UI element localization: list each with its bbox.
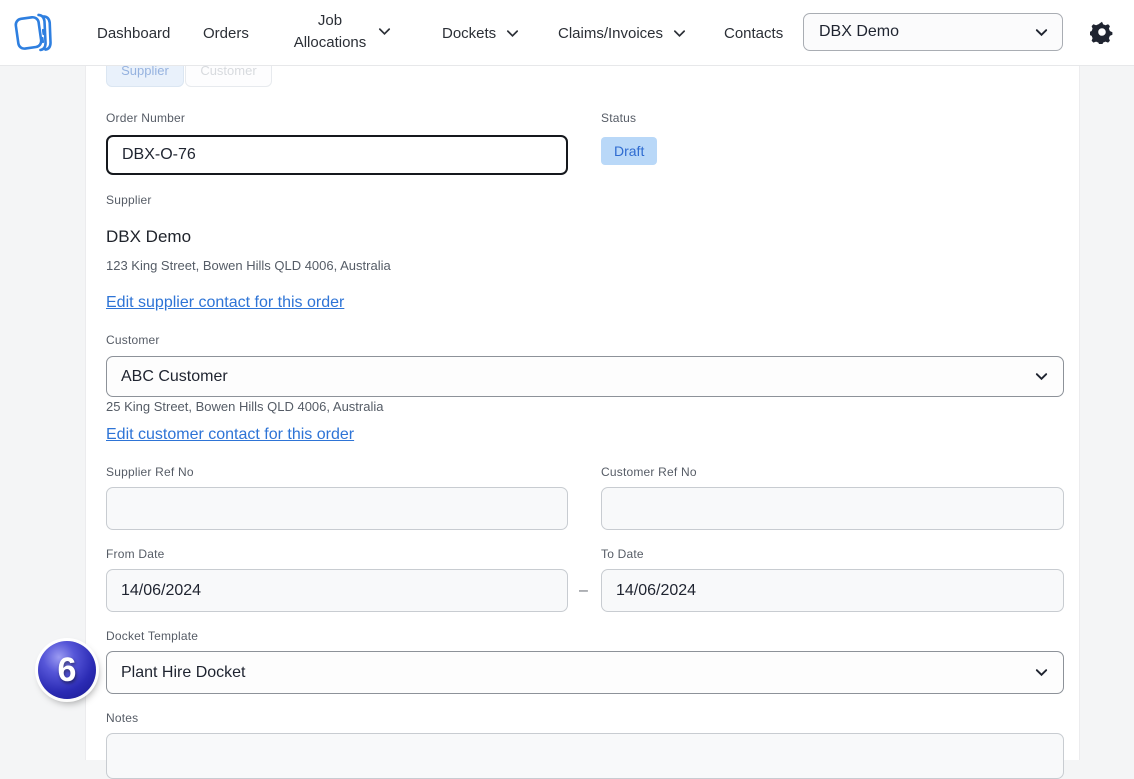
- docket-template-label: Docket Template: [106, 629, 198, 643]
- chevron-down-icon: [1034, 369, 1049, 384]
- nav-item-label: Claims/Invoices: [558, 23, 663, 45]
- customer-select[interactable]: ABC Customer: [106, 356, 1064, 397]
- to-date-label: To Date: [601, 547, 644, 561]
- customer-label: Customer: [106, 333, 160, 347]
- customer-ref-input[interactable]: [601, 487, 1064, 530]
- order-number-label: Order Number: [106, 111, 185, 125]
- supplier-name: DBX Demo: [106, 227, 191, 247]
- notes-textarea[interactable]: [106, 733, 1064, 779]
- edit-supplier-contact-link[interactable]: Edit supplier contact for this order: [106, 294, 344, 312]
- app-logo-icon[interactable]: [10, 8, 54, 58]
- date-range-separator: –: [579, 582, 588, 600]
- nav-item-label: Job Allocations: [292, 10, 368, 54]
- order-form-page: Supplier Customer Dashboard Orders Job A…: [0, 0, 1134, 760]
- step-annotation-badge: 6: [38, 641, 96, 699]
- chevron-down-icon: [1034, 25, 1049, 40]
- nav-item-dockets[interactable]: Dockets: [442, 23, 520, 45]
- chevron-down-icon: [1034, 665, 1049, 680]
- order-number-input[interactable]: [106, 135, 568, 175]
- nav-item-label: Dockets: [442, 23, 496, 45]
- chevron-down-icon: [377, 24, 392, 39]
- notes-label: Notes: [106, 711, 138, 725]
- nav-item-dashboard[interactable]: Dashboard: [97, 23, 170, 45]
- docket-template-value: Plant Hire Docket: [121, 664, 246, 682]
- customer-address: 25 King Street, Bowen Hills QLD 4006, Au…: [106, 399, 383, 414]
- nav-item-claims-invoices[interactable]: Claims/Invoices: [558, 23, 687, 45]
- account-selector[interactable]: DBX Demo: [803, 13, 1063, 51]
- chevron-down-icon: [505, 26, 520, 41]
- nav-item-label: Orders: [203, 23, 249, 45]
- settings-gear-icon[interactable]: [1090, 20, 1114, 44]
- status-badge: Draft: [601, 137, 657, 165]
- edit-customer-contact-link[interactable]: Edit customer contact for this order: [106, 426, 354, 444]
- customer-ref-label: Customer Ref No: [601, 465, 697, 479]
- nav-item-label: Dashboard: [97, 23, 170, 45]
- nav-item-label: Contacts: [724, 23, 783, 45]
- docket-template-select[interactable]: Plant Hire Docket: [106, 651, 1064, 694]
- account-selector-value: DBX Demo: [819, 23, 899, 41]
- supplier-address: 123 King Street, Bowen Hills QLD 4006, A…: [106, 258, 391, 273]
- nav-item-contacts[interactable]: Contacts: [724, 23, 783, 45]
- status-label: Status: [601, 111, 636, 125]
- nav-item-job-allocations[interactable]: Job Allocations: [292, 10, 408, 54]
- nav-item-orders[interactable]: Orders: [203, 23, 249, 45]
- to-date-input[interactable]: [601, 569, 1064, 612]
- supplier-label: Supplier: [106, 193, 152, 207]
- top-nav-bar: Dashboard Orders Job Allocations Dockets…: [0, 0, 1134, 66]
- supplier-ref-input[interactable]: [106, 487, 568, 530]
- chevron-down-icon: [672, 26, 687, 41]
- supplier-ref-label: Supplier Ref No: [106, 465, 194, 479]
- from-date-label: From Date: [106, 547, 164, 561]
- from-date-input[interactable]: [106, 569, 568, 612]
- customer-select-value: ABC Customer: [121, 368, 228, 386]
